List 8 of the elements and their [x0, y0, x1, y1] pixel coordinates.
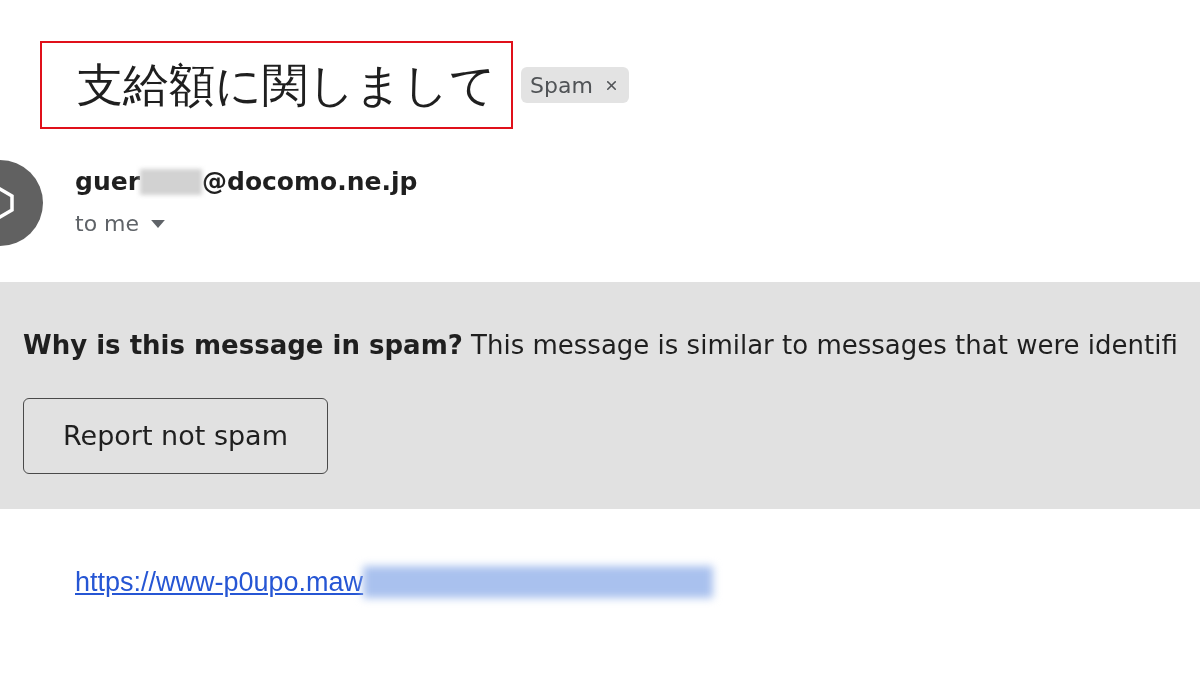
message-link[interactable]: https://www-p0upo.maw [75, 565, 364, 599]
subject-title: 支給額に関しまして [40, 41, 513, 129]
spam-explanation: Why is this message in spam? This message is similar to messages that were identifi [23, 329, 1178, 362]
sender-email-part: @docomo.ne.jp [202, 166, 418, 198]
report-not-spam-button[interactable]: Report not spam [23, 398, 328, 474]
label-text: Spam [530, 71, 593, 100]
recipients-toggle[interactable]: to me [75, 211, 166, 237]
sender-email-part: guer [75, 166, 140, 198]
